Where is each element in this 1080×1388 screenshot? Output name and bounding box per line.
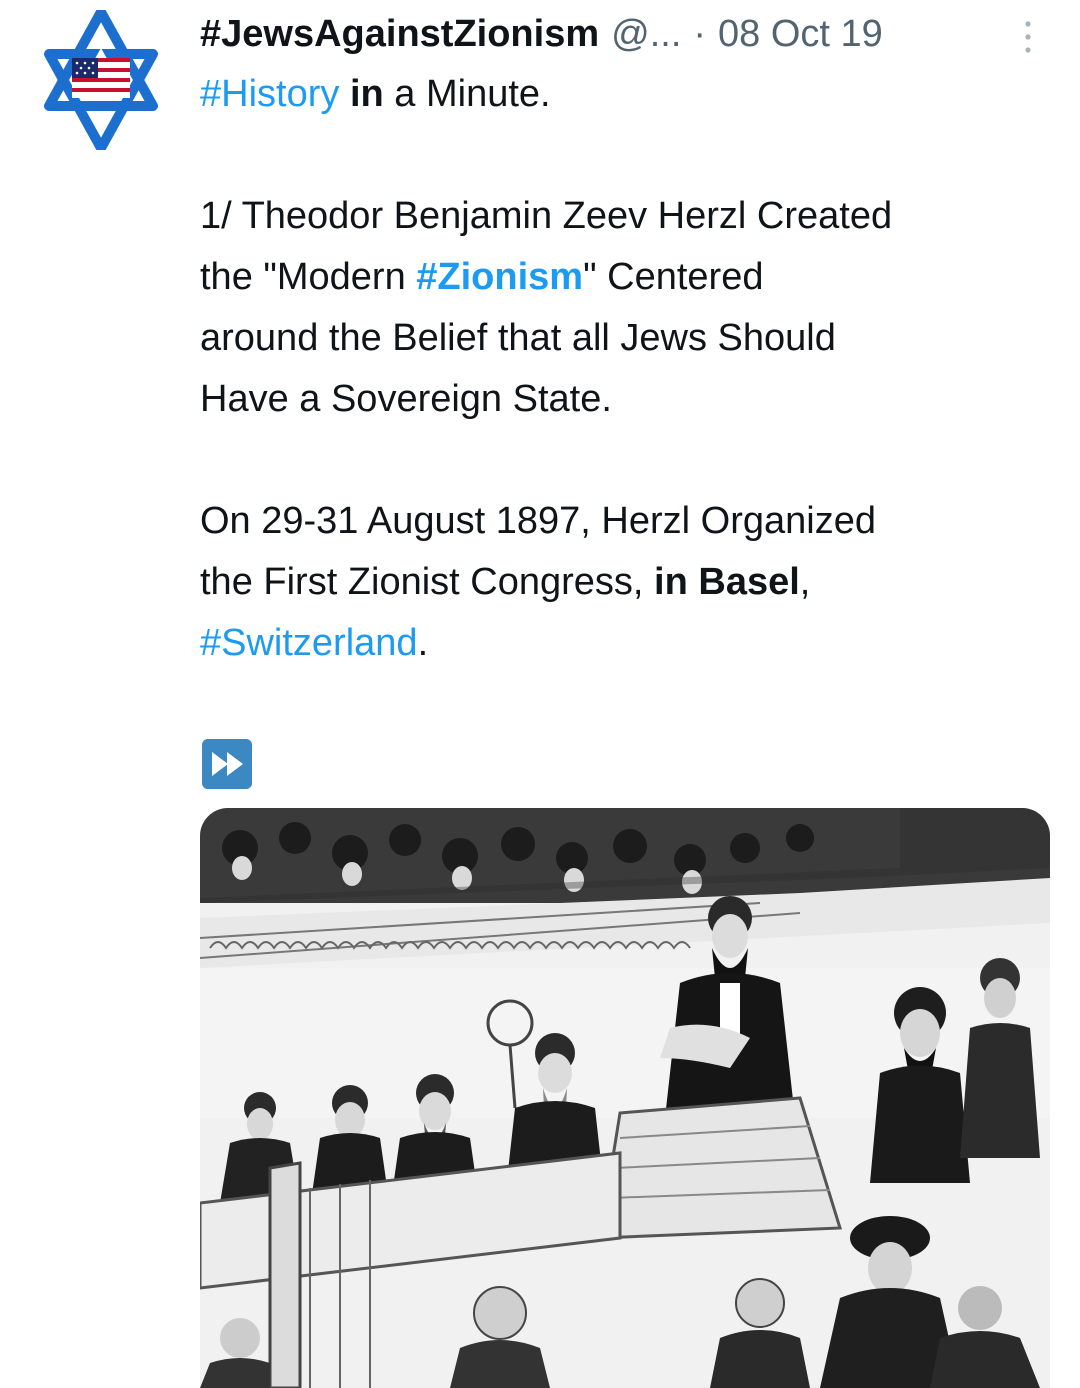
para-1-text-4: around the Belief that all Jews Should <box>200 317 836 359</box>
para-1-text-2: the "Modern <box>200 256 417 298</box>
congress-engraving <box>200 808 1050 1388</box>
tweet-media-image[interactable] <box>200 808 1050 1388</box>
tweet-header: #JewsAgainstZionism @... · 08 Oct 19 <box>200 12 1040 56</box>
author-handle[interactable]: @... <box>611 12 681 56</box>
bold-in: in <box>349 73 384 115</box>
tweet-date[interactable]: 08 Oct 19 <box>718 12 883 56</box>
hashtag-zionism[interactable]: #Zionism <box>416 256 583 298</box>
tweet-text: #History in a Minute. 1/ Theodor Benjami… <box>200 64 1050 674</box>
star-of-david-us-flag-icon <box>44 10 158 150</box>
para-2-text-1: On 29-31 August 1897, Herzl Organized <box>200 500 876 542</box>
paragraph-1: 1/ Theodor Benjamin Zeev Herzl Created t… <box>200 186 1050 430</box>
vertical-ellipsis-icon[interactable] <box>1022 20 1034 54</box>
line-1: #History in a Minute. <box>200 64 1050 125</box>
hashtag-switzerland[interactable]: #Switzerland <box>200 622 418 664</box>
paragraph-2: On 29-31 August 1897, Herzl Organized th… <box>200 491 1050 674</box>
avatar[interactable] <box>40 10 162 150</box>
author-name[interactable]: #JewsAgainstZionism <box>200 12 599 56</box>
hashtag-history[interactable]: #History <box>200 73 339 115</box>
para-1-text-5: Have a Sovereign State. <box>200 378 612 420</box>
header-separator: · <box>693 13 707 55</box>
para-2-text-3: , <box>799 561 811 603</box>
line-1-rest: a Minute. <box>394 73 551 115</box>
para-2-text-2: the First Zionist Congress, <box>200 561 655 603</box>
para-2-text-4: . <box>417 622 429 664</box>
fast-forward-emoji-icon <box>202 739 252 789</box>
para-1-text-3: " Centered <box>583 256 764 298</box>
bold-in-basel: in Basel <box>654 561 800 603</box>
tweet[interactable]: #JewsAgainstZionism @... · 08 Oct 19 #Hi… <box>0 0 1080 1388</box>
para-1-text-1: 1/ Theodor Benjamin Zeev Herzl Created <box>200 195 893 237</box>
